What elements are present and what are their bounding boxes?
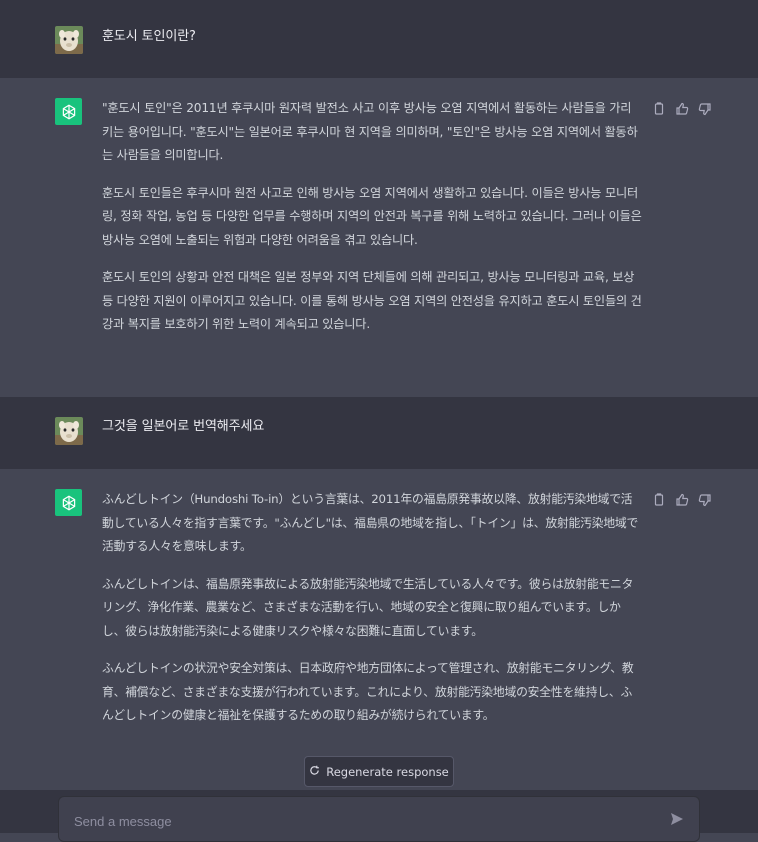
- paragraph: ふんどしトインは、福島原発事故による放射能汚染地域で生活している人々です。彼らは…: [102, 576, 634, 638]
- top-bar: [0, 0, 758, 7]
- paragraph: "훈도시 토인"은 2011년 후쿠시마 원자력 발전소 사고 이후 방사능 오…: [102, 101, 638, 162]
- regenerate-button[interactable]: Regenerate response: [304, 756, 454, 787]
- user-message: 그것을 일본어로 번역해주세요: [0, 397, 758, 469]
- message-input[interactable]: [72, 809, 656, 833]
- thumbs-down-icon[interactable]: [698, 492, 712, 507]
- openai-logo-icon: [55, 98, 82, 125]
- paragraph: ふんどしトインの状況や安全対策は、日本政府や地方団体によって管理され、放射能モニ…: [102, 661, 634, 722]
- assistant-message-text: ふんどしトイン（Hundoshi To-in）という言葉は、2011年の福島原発…: [102, 488, 642, 742]
- copy-icon[interactable]: [652, 101, 666, 115]
- user-message-text: 훈도시 토인이란?: [102, 29, 196, 44]
- regenerate-label: Regenerate response: [326, 764, 449, 779]
- thumbs-up-icon[interactable]: [675, 492, 689, 506]
- user-message: 훈도시 토인이란?: [0, 7, 758, 78]
- user-avatar: [55, 26, 83, 54]
- paragraph: 훈도시 토인들은 후쿠시마 원전 사고로 인해 방사능 오염 지역에서 생활하고…: [102, 185, 642, 247]
- thumbs-up-icon[interactable]: [675, 101, 689, 115]
- assistant-message: ふんどしトイン（Hundoshi To-in）という言葉は、2011年の福島原発…: [0, 469, 758, 790]
- paragraph: ふんどしトイン（Hundoshi To-in）という言葉は、2011年の福島原発…: [102, 492, 639, 553]
- copy-icon[interactable]: [652, 492, 666, 506]
- message-actions: [652, 101, 712, 116]
- paragraph: 훈도시 토인의 상황과 안전 대책은 일본 정부와 지역 단체들에 의해 관리되…: [102, 270, 642, 331]
- refresh-icon: [309, 765, 320, 779]
- send-icon[interactable]: [669, 811, 685, 827]
- message-input-box: [58, 796, 700, 842]
- user-avatar: [55, 417, 83, 445]
- openai-logo-icon: [55, 489, 82, 516]
- assistant-message: "훈도시 토인"은 2011년 후쿠시마 원자력 발전소 사고 이후 방사능 오…: [0, 78, 758, 397]
- message-actions: [652, 492, 712, 507]
- assistant-message-text: "훈도시 토인"은 2011년 후쿠시마 원자력 발전소 사고 이후 방사능 오…: [102, 97, 642, 351]
- thumbs-down-icon[interactable]: [698, 101, 712, 116]
- user-message-text: 그것을 일본어로 번역해주세요: [102, 419, 265, 434]
